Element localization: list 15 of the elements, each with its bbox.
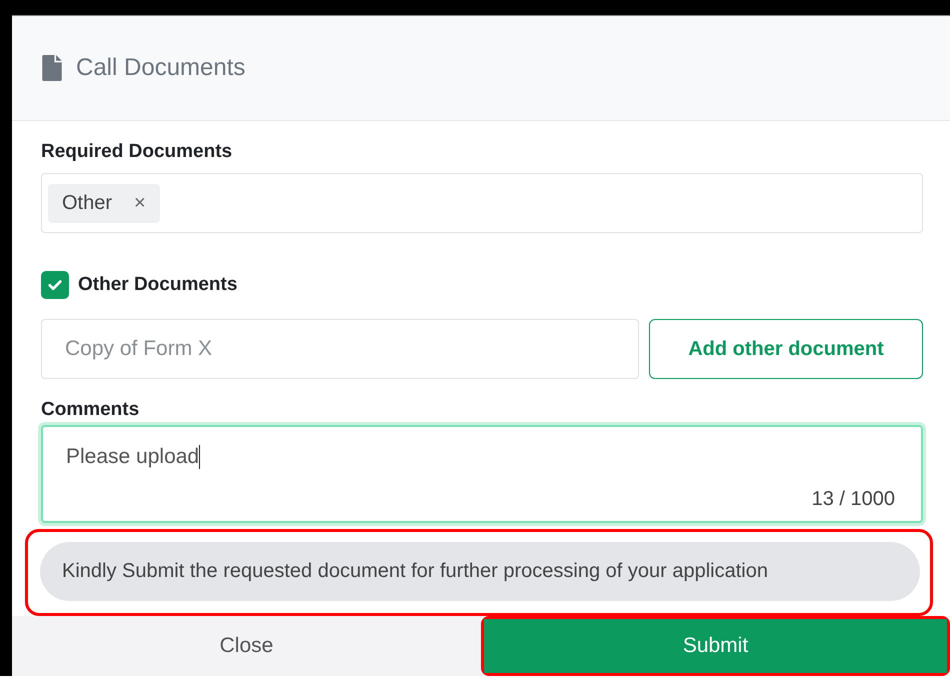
character-counter: 13 / 1000 bbox=[812, 488, 895, 511]
notice-message: Kindly Submit the requested document for further processing of your application bbox=[40, 542, 920, 601]
document-icon bbox=[42, 55, 62, 81]
document-name-field[interactable]: Copy of Form X bbox=[41, 319, 639, 379]
field-label: Comments bbox=[41, 399, 140, 421]
checkbox[interactable] bbox=[41, 271, 69, 299]
comments-field[interactable]: Please upload 13 / 1000 bbox=[41, 425, 923, 523]
dialog-title: Call Documents bbox=[76, 54, 246, 82]
checkbox-label: Other Documents bbox=[78, 274, 238, 296]
tag-input-field[interactable]: Other × bbox=[41, 173, 923, 233]
submit-button[interactable]: Submit bbox=[484, 619, 947, 673]
remove-tag-button[interactable]: × bbox=[134, 192, 146, 214]
add-document-button[interactable]: Add other document bbox=[649, 319, 923, 379]
tag-label: Other bbox=[62, 192, 112, 214]
field-label: Required Documents bbox=[41, 141, 234, 163]
